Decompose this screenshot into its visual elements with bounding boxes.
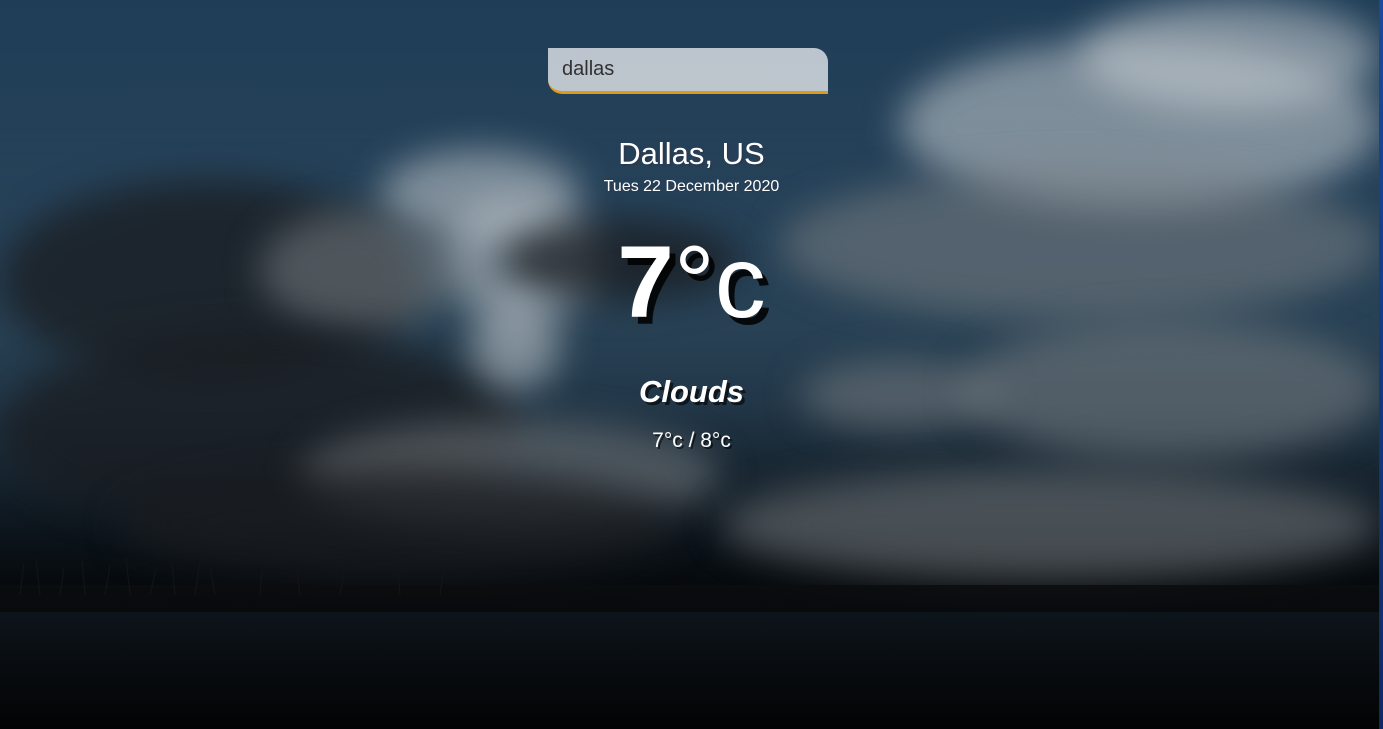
- reeds-silhouette: [19, 556, 445, 595]
- temperature-value: 7: [617, 225, 674, 339]
- weather-app: Dallas, US Tues 22 December 2020 7°c Clo…: [0, 0, 1383, 729]
- location-name: Dallas, US: [618, 136, 765, 171]
- min-max-temperature: 7°c / 8°c: [652, 429, 731, 452]
- weather-condition: Clouds: [638, 374, 745, 409]
- lake-water: [0, 612, 1383, 729]
- current-date: Tues 22 December 2020: [603, 178, 780, 195]
- temperature-display: 7°c: [0, 226, 1383, 338]
- temperature-unit: °c: [673, 225, 766, 339]
- search-bar[interactable]: [548, 48, 828, 94]
- temperature: 7°c: [617, 226, 766, 338]
- window-edge: [1379, 0, 1383, 729]
- search-input[interactable]: [562, 58, 814, 81]
